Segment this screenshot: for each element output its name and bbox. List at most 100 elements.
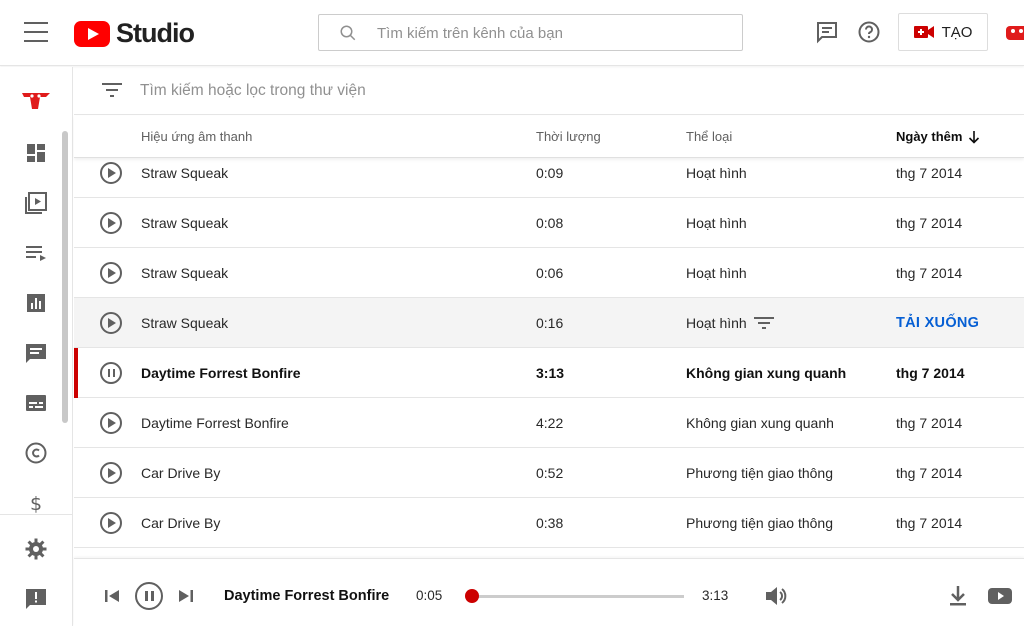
nav-scrollbar[interactable] xyxy=(62,131,68,423)
filter-by-genre-icon[interactable] xyxy=(754,315,774,331)
row-duration: 0:16 xyxy=(536,315,564,331)
row-genre: Hoạt hình xyxy=(686,315,747,331)
video-camera-icon xyxy=(913,26,934,38)
playlists-icon[interactable] xyxy=(24,241,48,265)
total-duration: 3:13 xyxy=(702,588,729,603)
row-genre: Phương tiện giao thông xyxy=(686,515,833,531)
row-date: thg 7 2014 xyxy=(896,165,963,181)
sound-effects-list: Straw Squeak 0:09 Hoạt hình thg 7 2014 S… xyxy=(74,148,1024,558)
subtitles-icon[interactable] xyxy=(24,391,48,415)
audio-player-bar: Daytime Forrest Bonfire 0:05 3:13 xyxy=(74,558,1024,626)
channel-avatar[interactable] xyxy=(20,87,52,113)
column-header-duration[interactable]: Thời lượng xyxy=(536,129,601,144)
play-icon[interactable] xyxy=(100,162,122,184)
svg-text:$: $ xyxy=(30,493,42,515)
filter-icon[interactable] xyxy=(101,81,123,99)
previous-track-icon[interactable] xyxy=(104,588,120,604)
row-duration: 4:22 xyxy=(536,415,564,431)
row-genre: Không gian xung quanh xyxy=(686,365,847,381)
row-date: thg 7 2014 xyxy=(896,215,963,231)
row-duration: 0:06 xyxy=(536,265,564,281)
feedback-message-icon[interactable] xyxy=(815,20,839,44)
row-date: thg 7 2014 xyxy=(896,415,963,431)
create-button[interactable]: TẠO xyxy=(898,13,988,51)
search-box[interactable] xyxy=(318,14,743,51)
search-input[interactable] xyxy=(377,23,727,43)
row-duration: 0:09 xyxy=(536,165,564,181)
current-time: 0:05 xyxy=(416,588,443,603)
play-icon[interactable] xyxy=(100,212,122,234)
download-icon[interactable] xyxy=(946,585,970,607)
dashboard-icon[interactable] xyxy=(24,141,48,165)
account-avatar[interactable] xyxy=(1004,18,1024,48)
pause-icon[interactable] xyxy=(100,362,122,384)
analytics-icon[interactable] xyxy=(24,291,48,315)
column-header-date-added[interactable]: Ngày thêm xyxy=(896,129,980,144)
play-icon[interactable] xyxy=(100,262,122,284)
table-row[interactable]: Car Drive By 0:38 Phương tiện giao thông… xyxy=(74,498,1024,548)
date-added-label: Ngày thêm xyxy=(896,129,963,144)
row-genre: Không gian xung quanh xyxy=(686,415,834,431)
progress-knob[interactable] xyxy=(464,589,479,603)
top-header: Studio TẠO xyxy=(0,0,1024,66)
now-playing-marker xyxy=(74,348,78,398)
column-header-sound-effect[interactable]: Hiệu ứng âm thanh xyxy=(141,129,252,144)
volume-icon[interactable] xyxy=(764,585,788,607)
row-date: thg 7 2014 xyxy=(896,265,963,281)
menu-icon[interactable] xyxy=(24,22,48,42)
comments-icon[interactable] xyxy=(24,341,48,365)
nav-divider xyxy=(0,514,73,515)
settings-icon[interactable] xyxy=(24,537,48,561)
feedback-icon[interactable] xyxy=(24,587,48,611)
next-track-icon[interactable] xyxy=(178,588,194,604)
row-title: Straw Squeak xyxy=(141,215,229,231)
row-genre: Phương tiện giao thông xyxy=(686,465,833,481)
studio-logo[interactable]: Studio xyxy=(74,18,195,49)
row-title: Straw Squeak xyxy=(141,265,229,281)
row-genre: Hoạt hình xyxy=(686,265,747,281)
sort-arrow-down-icon xyxy=(969,130,980,144)
row-date: thg 7 2014 xyxy=(896,365,965,381)
play-icon[interactable] xyxy=(100,312,122,334)
create-label: TẠO xyxy=(941,23,973,41)
copyright-icon[interactable] xyxy=(24,441,48,465)
app-name: Studio xyxy=(116,18,195,48)
row-duration: 3:13 xyxy=(536,365,565,381)
table-row[interactable]: Straw Squeak 0:08 Hoạt hình thg 7 2014 xyxy=(74,198,1024,248)
play-icon[interactable] xyxy=(100,412,122,434)
table-row-playing[interactable]: Daytime Forrest Bonfire 3:13 Không gian … xyxy=(74,348,1024,398)
progress-slider[interactable] xyxy=(464,589,684,603)
monetization-icon[interactable]: $ xyxy=(24,491,48,515)
row-title: Daytime Forrest Bonfire xyxy=(141,415,289,431)
help-icon[interactable] xyxy=(857,20,881,44)
row-duration: 0:52 xyxy=(536,465,564,481)
videos-icon[interactable] xyxy=(24,191,48,215)
pause-button[interactable] xyxy=(135,582,163,610)
row-title: Straw Squeak xyxy=(141,315,229,331)
search-icon[interactable] xyxy=(339,24,357,42)
table-row[interactable]: Car Drive By 0:52 Phương tiện giao thông… xyxy=(74,448,1024,498)
row-date: thg 7 2014 xyxy=(896,515,963,531)
row-title: Daytime Forrest Bonfire xyxy=(141,365,301,381)
play-icon[interactable] xyxy=(100,462,122,484)
row-duration: 0:38 xyxy=(536,515,564,531)
row-date: thg 7 2014 xyxy=(896,465,963,481)
table-row[interactable]: Straw Squeak 0:06 Hoạt hình thg 7 2014 xyxy=(74,248,1024,298)
now-playing-title: Daytime Forrest Bonfire xyxy=(224,588,390,604)
library-filter-input[interactable] xyxy=(140,80,740,102)
row-genre: Hoạt hình xyxy=(686,215,747,231)
table-header: Hiệu ứng âm thanh Thời lượng Thể loại Ng… xyxy=(74,116,1024,158)
row-title: Straw Squeak xyxy=(141,165,229,181)
download-link[interactable]: TẢI XUỐNG xyxy=(896,315,979,331)
row-duration: 0:08 xyxy=(536,215,564,231)
library-filter-bar xyxy=(74,67,1024,115)
left-nav: $ xyxy=(0,67,73,626)
column-header-genre[interactable]: Thể loại xyxy=(686,129,732,144)
play-icon[interactable] xyxy=(100,512,122,534)
youtube-icon[interactable] xyxy=(988,587,1012,605)
row-genre: Hoạt hình xyxy=(686,165,747,181)
row-title: Car Drive By xyxy=(141,515,221,531)
youtube-logo-icon xyxy=(74,20,110,47)
table-row-hovered[interactable]: Straw Squeak 0:16 Hoạt hình TẢI XUỐNG xyxy=(74,298,1024,348)
table-row[interactable]: Daytime Forrest Bonfire 4:22 Không gian … xyxy=(74,398,1024,448)
